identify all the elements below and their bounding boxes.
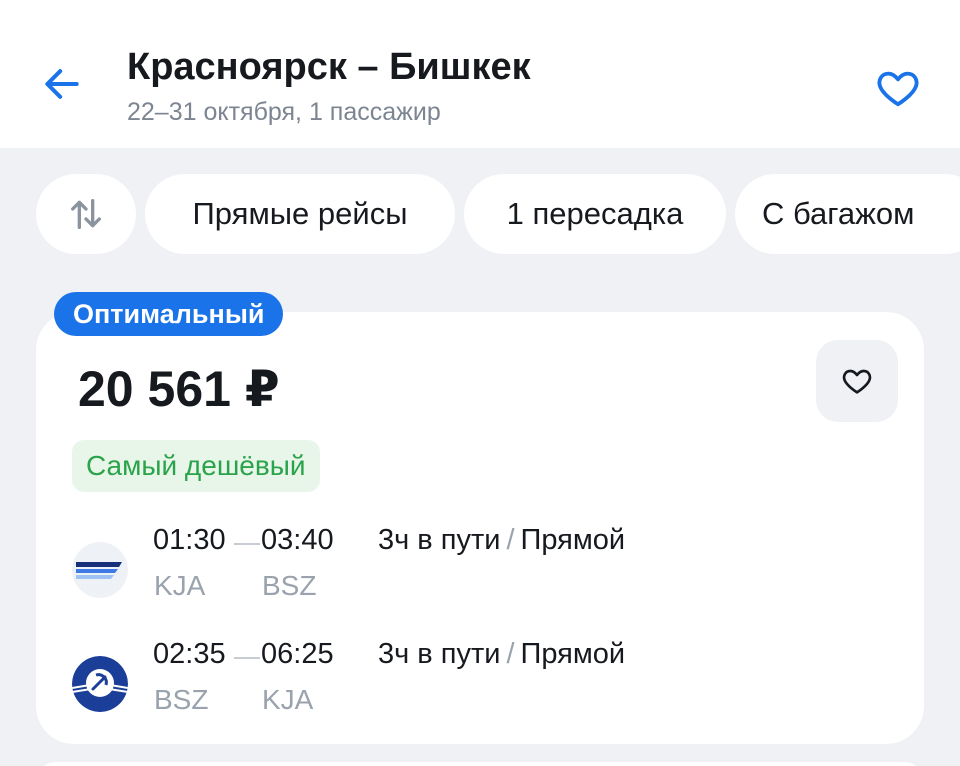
sort-button[interactable] [36,174,136,254]
favorite-route-button[interactable] [870,60,926,116]
top-bar: Красноярск – Бишкек 22–31 октября, 1 пас… [0,0,960,148]
time-dash [234,543,260,545]
offer-card[interactable]: 20 561 ₽ Самый дешёвый 01:30 03:40 KJA B… [36,312,924,744]
filter-chip-one-stop[interactable]: 1 пересадка [464,174,726,254]
info-separator: / [506,638,515,670]
flight-stops: Прямой [520,524,626,556]
from-airport: BSZ [154,684,209,715]
next-offer-card[interactable] [36,762,924,766]
filter-chips: Прямые рейсы 1 пересадка С багажом [0,174,960,256]
route-subtitle: 22–31 октября, 1 пассажир [127,98,441,126]
filter-chip-direct[interactable]: Прямые рейсы [145,174,455,254]
heart-icon [877,71,919,107]
airline-logo-aeroflot-icon [72,656,128,712]
route-title: Красноярск – Бишкек [127,46,531,88]
info-separator: / [506,524,515,556]
to-airport: BSZ [262,570,317,601]
sort-arrows-icon [71,199,102,229]
flight-segment: 02:35 06:25 BSZ KJA 3ч в пути / Прямой [36,638,924,728]
cheapest-tag: Самый дешёвый [72,440,320,492]
flight-info: 3ч в пути / Прямой [378,524,625,557]
flight-duration: 3ч в пути [378,638,501,670]
depart-time: 02:35 [153,638,226,670]
from-airport: KJA [154,570,206,601]
flight-stops: Прямой [520,638,626,670]
flight-segment: 01:30 03:40 KJA BSZ 3ч в пути / Прямой [36,524,924,614]
arrow-left-icon [45,69,79,99]
offer-price: 20 561 ₽ [78,361,280,417]
flight-duration: 3ч в пути [378,524,501,556]
to-airport: KJA [262,684,314,715]
back-button[interactable] [38,60,86,108]
depart-time: 01:30 [153,524,226,556]
filter-chip-baggage[interactable]: С багажом [735,174,960,254]
heart-icon [842,369,872,394]
time-dash [234,657,260,659]
airline-logo-stripes-icon [72,542,128,598]
arrive-time: 06:25 [261,638,334,670]
optimal-badge: Оптимальный [54,292,284,336]
flight-info: 3ч в пути / Прямой [378,638,625,671]
arrive-time: 03:40 [261,524,334,556]
favorite-offer-button[interactable] [816,340,898,422]
